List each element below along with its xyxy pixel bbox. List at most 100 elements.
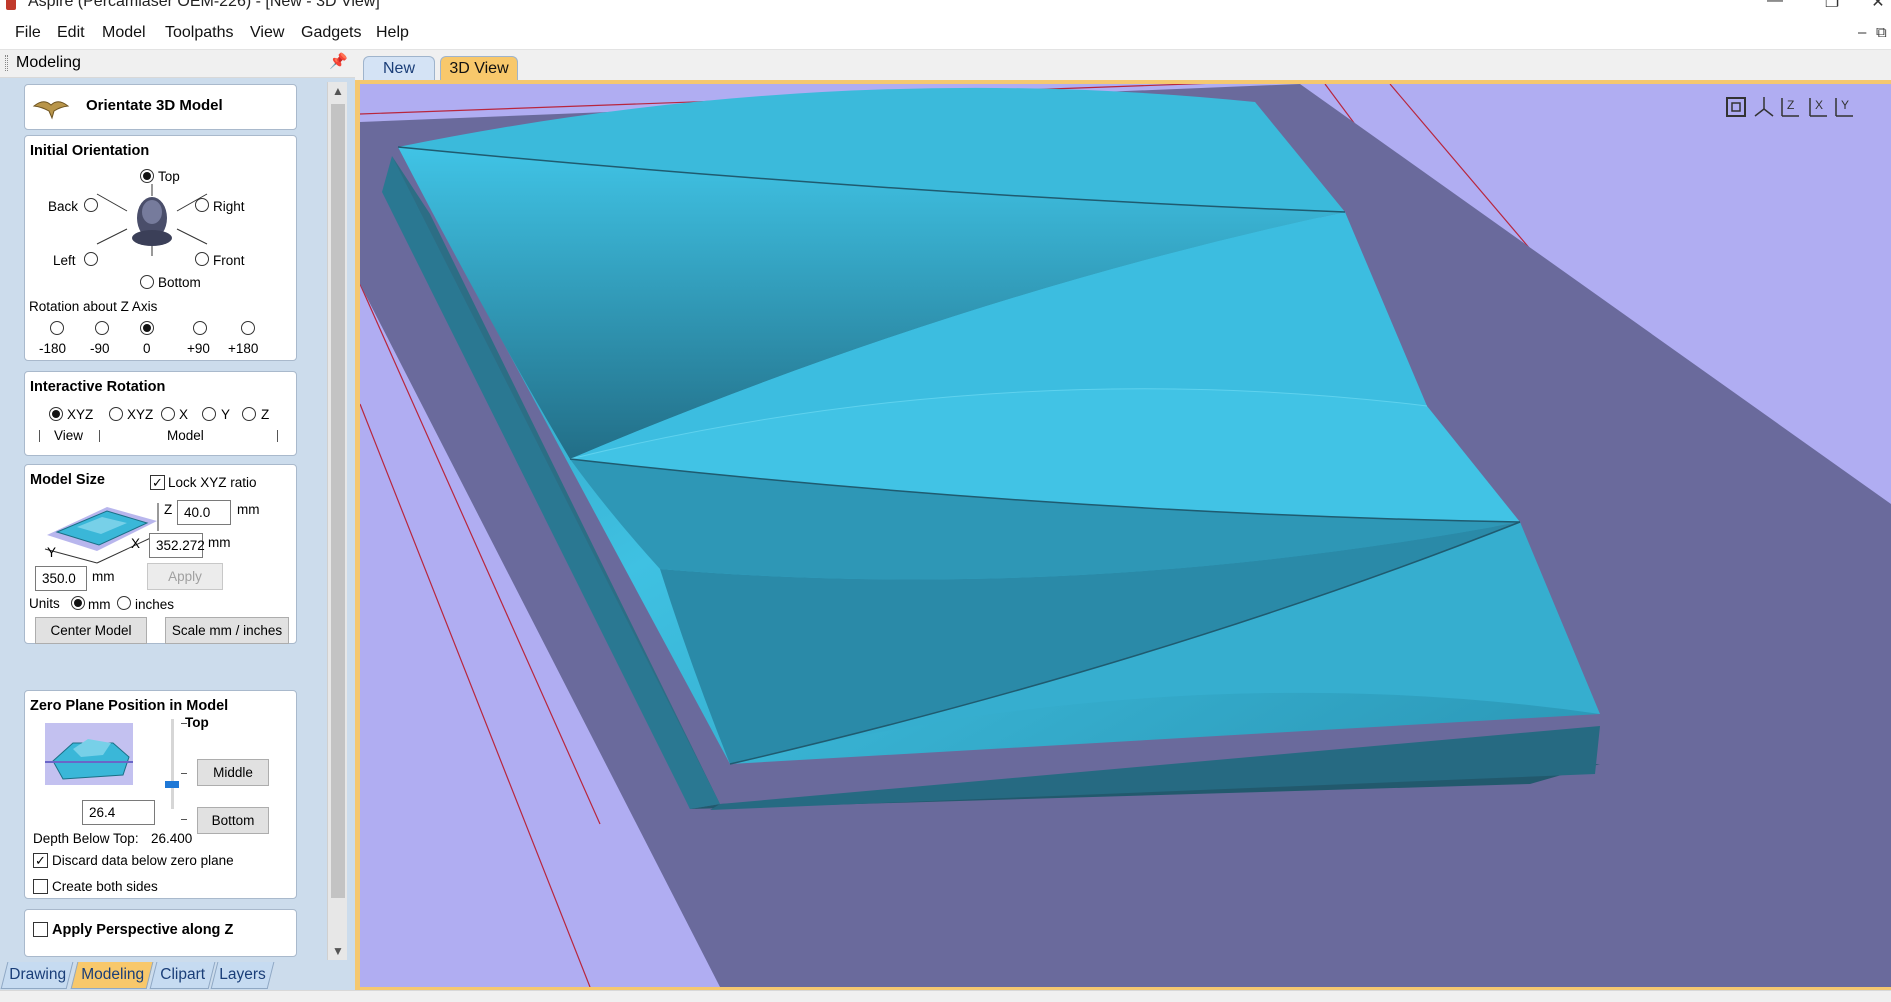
tab-clipart[interactable]: Clipart	[149, 962, 216, 989]
units-mm-radio[interactable]	[71, 596, 85, 610]
units-mm-label: mm	[88, 597, 111, 612]
document-tabs: New 3D View	[355, 50, 1891, 81]
discard-below-checkbox[interactable]: ✓	[33, 853, 48, 868]
orient-back-label: Back	[48, 199, 79, 214]
minimize-icon[interactable]: —	[1753, 0, 1797, 10]
rotate-view-xyz-radio[interactable]	[49, 407, 63, 421]
menu-toolpaths[interactable]: Toolpaths	[165, 24, 234, 42]
svg-text:Y: Y	[1841, 98, 1849, 112]
panel-header: Modeling 📌	[0, 50, 355, 78]
units-inches-radio[interactable]	[117, 596, 131, 610]
rotate-view-xyz-label: XYZ	[67, 407, 94, 422]
view-y-icon[interactable]: Y	[1831, 94, 1857, 120]
z-unit-label: mm	[237, 502, 260, 517]
view-z-icon[interactable]: Z	[1777, 94, 1803, 120]
scale-units-button[interactable]: Scale mm / inches	[165, 617, 289, 644]
orient-top-radio[interactable]	[140, 169, 154, 183]
scroll-thumb[interactable]	[331, 104, 345, 898]
zero-plane-slider-thumb[interactable]	[165, 781, 179, 788]
rotation-plus180-label: +180	[228, 341, 259, 356]
zero-plane-group: Zero Plane Position in Model Top Middle …	[24, 690, 297, 899]
orient-front-radio[interactable]	[195, 252, 209, 266]
bottom-button[interactable]: Bottom	[197, 807, 269, 834]
rotate-y-label: Y	[221, 407, 231, 422]
rotation-minus90-radio[interactable]	[95, 321, 109, 335]
orient-left-radio[interactable]	[84, 252, 98, 266]
create-both-sides-checkbox[interactable]	[33, 879, 48, 894]
zero-plane-value-input[interactable]: 26.4	[82, 800, 155, 825]
orientate-title: Orientate 3D Model	[86, 97, 223, 114]
menu-edit[interactable]: Edit	[57, 24, 85, 42]
menu-view[interactable]: View	[250, 24, 284, 42]
rotate-model-xyz-radio[interactable]	[109, 407, 123, 421]
rotate-y-radio[interactable]	[202, 407, 216, 421]
orient-right-radio[interactable]	[195, 198, 209, 212]
iso-view-icon[interactable]	[1751, 94, 1777, 120]
rotation-plus90-radio[interactable]	[193, 321, 207, 335]
menu-file[interactable]: File	[15, 24, 41, 42]
depth-below-top-label: Depth Below Top:	[33, 831, 139, 846]
rotation-0-radio[interactable]	[140, 321, 154, 335]
orient-right-label: Right	[213, 199, 245, 214]
tab-layers[interactable]: Layers	[210, 962, 275, 989]
middle-button[interactable]: Middle	[197, 759, 269, 786]
menu-model[interactable]: Model	[102, 24, 146, 42]
apply-button[interactable]: Apply	[147, 563, 223, 590]
menu-gadgets[interactable]: Gadgets	[301, 24, 361, 42]
zero-plane-slider-track[interactable]	[171, 719, 174, 809]
panel-grip[interactable]	[5, 55, 8, 71]
scroll-up-icon[interactable]: ▲	[332, 84, 344, 98]
panel-scrollbar[interactable]: ▲ ▼	[327, 82, 347, 962]
depth-below-top-value: 26.400	[151, 831, 193, 846]
bottom-tick	[181, 819, 187, 820]
apply-perspective-label: Apply Perspective along Z	[52, 922, 234, 938]
doc-tab-new[interactable]: New	[363, 56, 435, 81]
units-inches-label: inches	[135, 597, 175, 612]
rotation-0-label: 0	[143, 341, 151, 356]
maximize-icon[interactable]: ❐	[1810, 0, 1854, 12]
x-size-input[interactable]: 352.272	[149, 533, 205, 558]
initial-orientation-group: Initial Orientation Top Back Right Left …	[24, 135, 297, 361]
close-icon[interactable]: ✕	[1856, 0, 1891, 12]
orient-bottom-radio[interactable]	[140, 275, 154, 289]
view-group-divider-right	[99, 430, 100, 442]
y-axis-label: Y	[47, 545, 57, 560]
model-size-group: Model Size ✓ Lock XYZ ratio Z 40.0 mm X …	[24, 464, 297, 644]
status-bar	[0, 990, 1891, 1002]
apply-perspective-checkbox[interactable]	[33, 922, 48, 937]
3d-viewport[interactable]: Z X Y	[360, 84, 1891, 987]
rotate-z-label: Z	[261, 407, 270, 422]
model-group-label: Model	[167, 428, 204, 443]
zero-plane-diagram	[45, 723, 133, 785]
view-x-icon[interactable]: X	[1805, 94, 1831, 120]
rotate-x-radio[interactable]	[161, 407, 175, 421]
x-axis-label: X	[131, 536, 141, 551]
rotation-minus180-radio[interactable]	[50, 321, 64, 335]
tab-drawing[interactable]: Drawing	[0, 962, 74, 989]
y-unit-label: mm	[92, 569, 115, 584]
zoom-fit-icon[interactable]	[1723, 94, 1749, 120]
menu-help[interactable]: Help	[376, 24, 409, 42]
rotate-z-radio[interactable]	[242, 407, 256, 421]
mdi-minimize-icon[interactable]: –	[1858, 24, 1866, 41]
tab-layers-label: Layers	[219, 966, 267, 983]
3d-model-render	[360, 84, 1891, 987]
model-group-divider-right	[277, 430, 278, 442]
z-size-input[interactable]: 40.0	[177, 500, 231, 525]
rotation-plus180-radio[interactable]	[241, 321, 255, 335]
tab-modeling[interactable]: Modeling	[70, 962, 154, 989]
view-group-label: View	[54, 428, 84, 443]
y-size-input[interactable]: 350.0	[35, 566, 87, 591]
middle-tick	[181, 773, 187, 774]
initial-orientation-title: Initial Orientation	[30, 143, 150, 159]
orient-back-radio[interactable]	[84, 198, 98, 212]
pin-icon[interactable]: 📌	[329, 52, 348, 70]
center-model-button[interactable]: Center Model	[35, 617, 147, 644]
scroll-down-icon[interactable]: ▼	[332, 944, 344, 958]
lock-xyz-checkbox[interactable]: ✓	[150, 475, 165, 490]
x-unit-label: mm	[208, 535, 231, 550]
doc-tab-3d-view[interactable]: 3D View	[440, 56, 518, 81]
mdi-restore-icon[interactable]: ⧉	[1876, 24, 1887, 41]
menu-bar: File Edit Model Toolpaths View Gadgets H…	[0, 16, 1891, 50]
panel-title: Modeling	[16, 54, 81, 71]
